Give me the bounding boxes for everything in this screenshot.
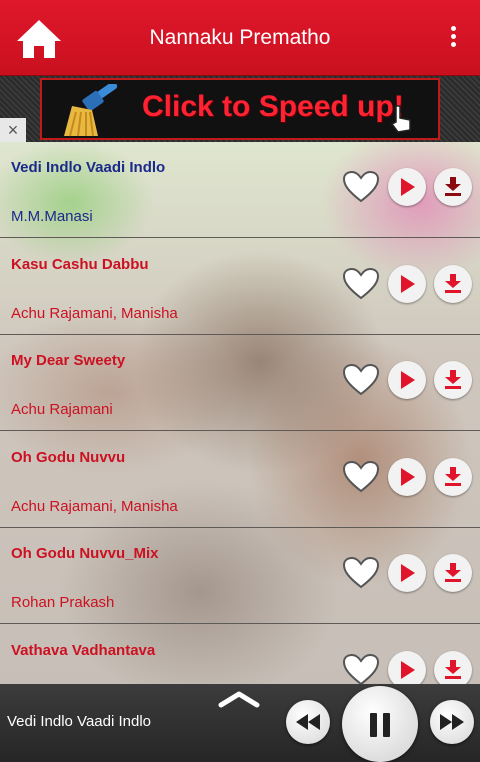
song-title: My Dear Sweety — [11, 352, 126, 369]
download-icon — [445, 177, 461, 196]
download-button[interactable] — [434, 554, 472, 592]
download-icon — [445, 563, 461, 582]
app-header: Nannaku Prematho — [0, 0, 480, 76]
broom-icon — [64, 84, 118, 137]
song-title: Kasu Cashu Dabbu — [11, 255, 149, 273]
song-row[interactable]: Vedi Indlo Vaadi Indlo M.M.Manasi — [0, 142, 480, 238]
song-row[interactable]: Oh Godu Nuvvu Achu Rajamani, Manisha — [0, 432, 480, 528]
download-button[interactable] — [434, 361, 472, 399]
song-artist: Achu Rajamani, Manisha — [11, 497, 178, 515]
page-title: Nannaku Prematho — [149, 26, 331, 49]
play-icon — [401, 178, 415, 196]
menu-dot — [450, 42, 456, 47]
download-button[interactable] — [434, 650, 472, 684]
song-row[interactable]: Oh Godu Nuvvu_Mix Rohan Prakash — [0, 528, 480, 624]
pause-button[interactable] — [342, 686, 418, 762]
play-song-button[interactable] — [388, 361, 426, 399]
now-playing-title: Vedi Indlo Vaadi Indlo — [7, 713, 152, 730]
favorite-heart-icon[interactable] — [342, 653, 380, 685]
menu-dot — [450, 34, 456, 39]
fast-forward-button[interactable] — [430, 700, 474, 744]
favorite-heart-icon[interactable] — [342, 460, 380, 494]
favorite-heart-icon[interactable] — [342, 556, 380, 590]
rewind-button[interactable] — [286, 700, 330, 744]
play-icon — [401, 564, 415, 582]
download-button[interactable] — [434, 168, 472, 206]
overflow-menu-button[interactable] — [446, 26, 460, 52]
download-icon — [445, 273, 461, 293]
pointer-hand-icon — [390, 105, 411, 133]
favorite-heart-icon[interactable] — [342, 363, 380, 397]
song-artist: M.M.Manasi — [11, 208, 93, 225]
rewind-icon — [296, 714, 320, 730]
song-artist: Achu Rajamani — [11, 401, 113, 418]
player-bar: Vedi Indlo Vaadi Indlo — [0, 684, 480, 762]
play-icon — [401, 660, 415, 679]
play-song-button[interactable] — [388, 457, 426, 496]
song-title: Oh Godu Nuvvu — [11, 448, 126, 466]
overflow-menu-icon — [450, 26, 456, 31]
favorite-heart-icon[interactable] — [342, 267, 380, 301]
chevron-up-icon — [218, 691, 260, 708]
song-row[interactable]: Kasu Cashu Dabbu Achu Rajamani, Manisha — [0, 239, 480, 335]
play-song-button[interactable] — [388, 168, 426, 206]
song-title: Oh Godu Nuvvu_Mix — [11, 545, 159, 562]
play-icon — [401, 467, 415, 486]
ad-banner[interactable]: Click to Speed up! — [40, 78, 440, 140]
download-button[interactable] — [434, 457, 472, 496]
download-icon — [445, 659, 461, 679]
song-row[interactable]: Vathava Vadhantava — [0, 625, 480, 685]
ad-bar: Click to Speed up! × — [0, 76, 480, 142]
play-song-button[interactable] — [388, 554, 426, 592]
song-artist: Achu Rajamani, Manisha — [11, 304, 178, 322]
play-icon — [401, 274, 415, 293]
expand-player-button[interactable] — [218, 690, 260, 708]
play-icon — [401, 371, 415, 389]
song-artist: Rohan Prakash — [11, 594, 115, 611]
song-row[interactable]: My Dear Sweety Achu Rajamani — [0, 335, 480, 431]
download-button[interactable] — [434, 264, 472, 303]
song-title: Vathava Vadhantava — [11, 641, 156, 659]
ad-close-button[interactable]: × — [0, 118, 26, 142]
favorite-heart-icon[interactable] — [342, 170, 380, 204]
download-icon — [445, 370, 461, 389]
download-icon — [445, 466, 461, 486]
song-list: Vedi Indlo Vaadi Indlo M.M.Manasi Kasu Cas… — [0, 142, 480, 684]
ad-text: Click to Speed up! — [142, 90, 404, 123]
pause-icon — [370, 713, 390, 737]
play-song-button[interactable] — [388, 650, 426, 684]
fast-forward-icon — [440, 714, 464, 730]
play-song-button[interactable] — [388, 264, 426, 303]
song-title: Vedi Indlo Vaadi Indlo — [11, 159, 166, 176]
